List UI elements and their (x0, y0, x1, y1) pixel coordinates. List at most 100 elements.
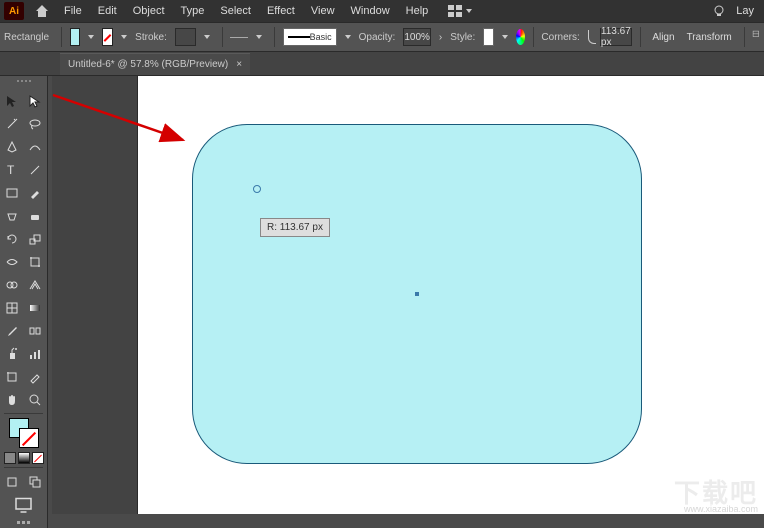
fill-stroke-control[interactable] (9, 418, 39, 448)
zoom-tool[interactable] (25, 389, 46, 410)
color-mode-icon[interactable] (4, 452, 16, 464)
shape-builder-tool[interactable] (2, 274, 23, 295)
menu-object[interactable]: Object (125, 3, 173, 19)
selection-tool[interactable] (2, 90, 23, 111)
stroke-color-swatch[interactable] (19, 428, 39, 448)
document-tabbar: Untitled-6* @ 57.8% (RGB/Preview) × (0, 52, 764, 76)
transform-button[interactable]: Transform (683, 30, 736, 45)
fill-swatch[interactable] (70, 28, 81, 46)
mesh-tool[interactable] (2, 297, 23, 318)
stroke-label: Stroke: (135, 32, 167, 43)
align-button[interactable]: Align (648, 30, 678, 45)
chevron-down-icon[interactable] (88, 35, 94, 39)
menu-view[interactable]: View (303, 3, 343, 19)
home-icon[interactable] (34, 3, 50, 19)
document-tab[interactable]: Untitled-6* @ 57.8% (RGB/Preview) × (60, 53, 250, 75)
divider (640, 27, 641, 47)
style-label: Style: (450, 32, 475, 43)
menu-file[interactable]: File (56, 3, 90, 19)
close-icon[interactable]: × (236, 59, 242, 70)
brush-definition[interactable]: Basic (283, 28, 337, 46)
divider (744, 27, 745, 47)
toolbox: T (0, 76, 48, 528)
control-bar: Rectangle Stroke: Basic Opacity: 100% › … (0, 22, 764, 52)
rectangle-tool[interactable] (2, 182, 23, 203)
graphic-style-swatch[interactable] (483, 28, 494, 46)
shaper-tool[interactable] (2, 205, 23, 226)
menu-help[interactable]: Help (398, 3, 437, 19)
magic-wand-tool[interactable] (2, 113, 23, 134)
chevron-down-icon (466, 9, 472, 13)
opacity-input[interactable]: 100% (403, 28, 431, 46)
edit-toolbar-button[interactable] (2, 521, 45, 524)
tool-separator (4, 413, 43, 414)
chevron-down-icon[interactable] (256, 35, 262, 39)
corner-type-icon[interactable] (588, 30, 596, 44)
menu-workspace-switcher[interactable] (442, 3, 482, 19)
shape-type-label: Rectangle (4, 32, 49, 43)
isolate-icon[interactable] (752, 30, 760, 44)
gradient-mode-icon[interactable] (18, 452, 30, 464)
curvature-tool[interactable] (25, 136, 46, 157)
divider (222, 27, 223, 47)
corners-label: Corners: (541, 32, 579, 43)
layout-label[interactable]: Lay (736, 5, 754, 17)
tool-separator (4, 467, 43, 468)
line-segment-tool[interactable] (25, 159, 46, 180)
toolbox-grip[interactable] (2, 80, 45, 86)
rotate-tool[interactable] (2, 228, 23, 249)
artboard-tool[interactable] (2, 366, 23, 387)
lasso-tool[interactable] (25, 113, 46, 134)
pen-tool[interactable] (2, 136, 23, 157)
chevron-down-icon[interactable] (502, 35, 508, 39)
symbol-sprayer-tool[interactable] (2, 343, 23, 364)
draw-normal-icon[interactable] (2, 471, 23, 492)
blend-tool[interactable] (25, 320, 46, 341)
menu-type[interactable]: Type (173, 3, 213, 19)
document-tab-title: Untitled-6* @ 57.8% (RGB/Preview) (68, 59, 228, 70)
menubar: Ai File Edit Object Type Select Effect V… (0, 0, 764, 22)
eraser-tool[interactable] (25, 205, 46, 226)
divider (533, 27, 534, 47)
screen-mode-icon[interactable] (13, 494, 34, 515)
perspective-grid-tool[interactable] (25, 274, 46, 295)
column-graph-tool[interactable] (25, 343, 46, 364)
panel-dock (52, 76, 138, 514)
corner-radius-input[interactable]: 113.67 px (600, 28, 632, 46)
scale-tool[interactable] (25, 228, 46, 249)
shape-center-point[interactable] (415, 292, 419, 296)
direct-selection-tool[interactable] (25, 90, 46, 111)
none-mode-icon[interactable] (32, 452, 44, 464)
hand-tool[interactable] (2, 389, 23, 410)
app-logo: Ai (4, 2, 24, 20)
menu-window[interactable]: Window (343, 3, 398, 19)
brush-basic-label: Basic (310, 32, 332, 42)
type-tool[interactable]: T (2, 159, 23, 180)
canvas-area[interactable]: R: 113.67 px (138, 76, 764, 514)
variable-width-profile[interactable] (230, 28, 248, 46)
stroke-swatch[interactable] (102, 28, 113, 46)
opacity-label: Opacity: (359, 32, 396, 43)
free-transform-tool[interactable] (25, 251, 46, 272)
chevron-down-icon[interactable] (345, 35, 351, 39)
lightbulb-icon[interactable] (712, 4, 726, 18)
menu-effect[interactable]: Effect (259, 3, 303, 19)
watermark-url: www.xiazaiba.com (684, 504, 758, 514)
chevron-down-icon[interactable] (204, 35, 210, 39)
divider (61, 27, 62, 47)
corner-widget[interactable] (253, 185, 261, 193)
opacity-expand-icon[interactable]: › (439, 32, 442, 42)
slice-tool[interactable] (25, 366, 46, 387)
radius-tooltip: R: 113.67 px (260, 218, 330, 237)
recolor-artwork-icon[interactable] (516, 29, 525, 45)
width-tool[interactable] (2, 251, 23, 272)
eyedropper-tool[interactable] (2, 320, 23, 341)
rounded-rectangle-shape[interactable] (192, 124, 642, 464)
stroke-width-input[interactable] (175, 28, 196, 46)
gradient-tool[interactable] (25, 297, 46, 318)
menu-edit[interactable]: Edit (90, 3, 125, 19)
paintbrush-tool[interactable] (25, 182, 46, 203)
draw-behind-icon[interactable] (25, 471, 46, 492)
menu-select[interactable]: Select (212, 3, 259, 19)
chevron-down-icon[interactable] (121, 35, 127, 39)
